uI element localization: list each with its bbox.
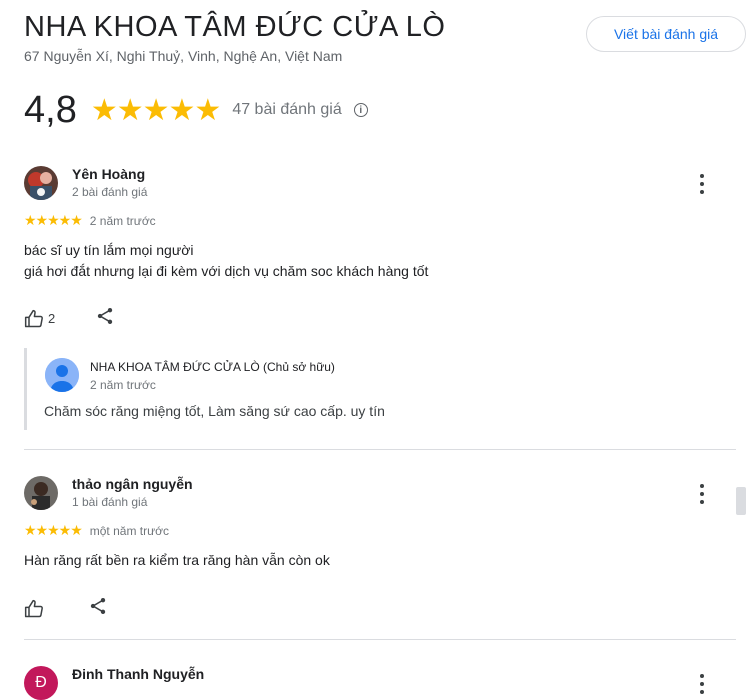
reviewer-review-count: 1 bài đánh giá	[72, 495, 148, 509]
rating-summary: 4,8 ★★★★★ 47 bài đánh giá i	[24, 88, 368, 132]
write-review-button[interactable]: Viết bài đánh giá	[586, 16, 746, 52]
review-card: Yên Hoàng 2 bài đánh giá ★★★★★ 2 năm trư…	[24, 166, 736, 336]
share-button[interactable]	[88, 596, 108, 621]
rating-stars: ★★★★★	[90, 93, 221, 127]
review-card: Đ Đinh Thanh Nguyễn	[24, 666, 736, 700]
scrollbar-thumb[interactable]	[736, 487, 746, 515]
review-text: bác sĩ uy tín lắm mọi người giá hơi đắt …	[24, 240, 428, 282]
review-text-line: bác sĩ uy tín lắm mọi người	[24, 242, 194, 258]
like-count: 2	[48, 311, 56, 326]
reviewer-name[interactable]: thảo ngân nguyễn	[72, 476, 193, 492]
info-icon[interactable]: i	[353, 103, 368, 117]
divider	[24, 449, 736, 450]
avatar[interactable]	[24, 476, 58, 510]
more-options-icon[interactable]	[692, 674, 712, 694]
reviewer-name[interactable]: Yên Hoàng	[72, 166, 145, 182]
thumbs-up-icon	[24, 309, 43, 327]
review-text: Hàn răng rất bền ra kiểm tra răng hàn vẫ…	[24, 550, 330, 571]
review-text-line: Hàn răng rất bền ra kiểm tra răng hàn vẫ…	[24, 552, 330, 568]
review-rating-row: ★★★★★ 2 năm trước	[24, 212, 156, 229]
reviewer-name[interactable]: Đinh Thanh Nguyễn	[72, 666, 204, 682]
avatar[interactable]: Đ	[24, 666, 58, 700]
owner-reply-name: NHA KHOA TÂM ĐỨC CỬA LÒ (Chủ sở hữu)	[90, 360, 335, 374]
review-stars: ★★★★★	[24, 522, 83, 538]
more-options-icon[interactable]	[692, 174, 712, 194]
review-time: 2 năm trước	[89, 213, 156, 228]
review-actions	[24, 596, 108, 621]
review-rating-row: ★★★★★ một năm trước	[24, 522, 169, 539]
review-count[interactable]: 47 bài đánh giá	[232, 101, 341, 119]
avatar[interactable]	[24, 166, 58, 200]
review-card: thảo ngân nguyễn 1 bài đánh giá ★★★★★ mộ…	[24, 476, 736, 626]
like-button[interactable]: 2	[24, 309, 55, 329]
reviewer-review-count: 2 bài đánh giá	[72, 185, 148, 199]
owner-reply-text: Chăm sóc răng miệng tốt, Làm săng sứ cao…	[44, 403, 385, 419]
owner-avatar	[45, 358, 79, 392]
more-options-icon[interactable]	[692, 484, 712, 504]
review-text-line: giá hơi đắt nhưng lại đi kèm với dịch vụ…	[24, 263, 429, 279]
share-icon	[98, 308, 113, 324]
divider	[24, 639, 736, 640]
avatar-letter: Đ	[35, 674, 47, 691]
thumbs-up-icon	[24, 599, 43, 617]
average-rating: 4,8	[24, 89, 77, 131]
share-icon	[90, 598, 106, 614]
review-time: một năm trước	[89, 523, 170, 538]
owner-reply-time: 2 năm trước	[90, 378, 156, 392]
review-actions: 2	[24, 306, 115, 331]
like-button[interactable]	[24, 599, 44, 619]
review-stars: ★★★★★	[24, 212, 83, 228]
share-button[interactable]	[95, 306, 115, 331]
owner-reply: NHA KHOA TÂM ĐỨC CỬA LÒ (Chủ sở hữu) 2 n…	[24, 348, 727, 430]
